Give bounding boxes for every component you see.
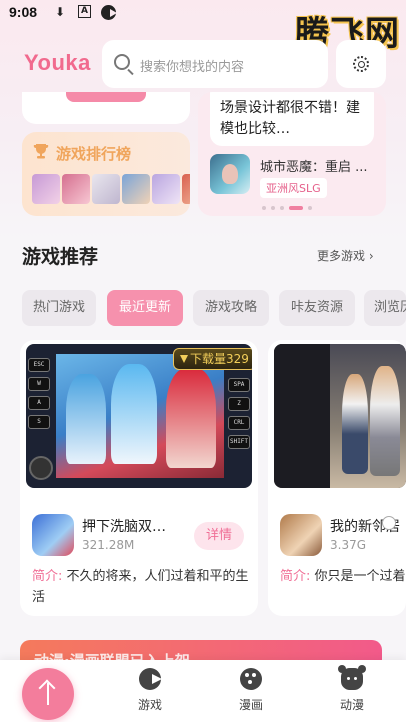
game-icon (280, 514, 322, 556)
game-scene-dark-panel (274, 344, 330, 488)
carousel-dot (271, 206, 275, 210)
key-space: SPA (228, 378, 250, 392)
featured-review-card[interactable]: 场景设计都很不错！建模也比较… 城市恶魔：重启 ... 亚洲风SLG (198, 92, 386, 216)
game-description: 简介: 你只是一个过着 (280, 566, 406, 587)
key-s: S (28, 415, 50, 429)
review-box: 场景设计都很不错！建模也比较… (210, 92, 374, 146)
tab-recent-updates[interactable]: 最近更新 (107, 290, 183, 326)
character-art (66, 374, 106, 464)
nav-label: 动漫 (339, 698, 364, 712)
key-shift: SHIFT (228, 435, 250, 449)
details-button[interactable]: 详情 (194, 522, 244, 550)
game-screenshot: ESC W A S SPA Z CRL SHIFT 下载量329 (26, 344, 252, 488)
download-count-badge: 下载量329 (173, 348, 252, 370)
character-art (166, 368, 216, 468)
pacman-icon (101, 5, 117, 20)
tab-friend-resources[interactable]: 咔友资源 (279, 290, 355, 326)
dpad-icon (29, 456, 53, 480)
description-text: 不久的将来，人们过着和平的生活 (32, 569, 249, 605)
nav-comics[interactable]: 漫画 (221, 668, 281, 718)
ranking-card[interactable]: 游戏排行榜 (22, 132, 190, 216)
game-screenshot (274, 344, 406, 488)
game-name: 押下洗脑双… (82, 519, 166, 535)
rank-avatar[interactable] (32, 174, 60, 204)
search-icon (114, 54, 130, 70)
ranking-avatars (32, 174, 190, 204)
nav-label: 游戏 (137, 698, 162, 712)
key-a: A (28, 396, 50, 410)
nav-label: 漫画 (238, 698, 263, 712)
download-icon: ⬇ (55, 5, 66, 19)
character-art (342, 374, 368, 474)
description-text: 你只是一个过着 (314, 569, 406, 584)
rank-avatar[interactable] (62, 174, 90, 204)
a-box-icon: A (78, 5, 91, 18)
game-icon (32, 514, 74, 556)
rank-avatar[interactable] (92, 174, 120, 204)
key-z: Z (228, 397, 250, 411)
ranking-title: 游戏排行榜 (56, 145, 132, 163)
search-bar[interactable]: 搜索你想找的内容 (102, 40, 328, 88)
download-count: 下载量329 (190, 352, 249, 366)
floating-dot[interactable] (382, 516, 396, 530)
gear-icon (353, 56, 369, 72)
settings-button[interactable] (336, 40, 386, 88)
featured-game-thumbnail (210, 154, 250, 194)
search-input[interactable]: 搜索你想找的内容 (140, 56, 244, 75)
bear-icon (338, 665, 363, 690)
rank-avatar[interactable] (122, 174, 150, 204)
featured-game-name: 城市恶魔：重启 ... (260, 160, 368, 175)
more-games-link[interactable]: 更多游戏 › (317, 247, 374, 264)
game-size: 3.37G (330, 538, 367, 552)
carousel-dot (262, 206, 266, 210)
rank-avatar[interactable] (182, 174, 190, 204)
game-size: 321.28M (82, 538, 135, 552)
key-ctrl: CRL (228, 416, 250, 430)
game-card[interactable]: 我的新邻居 3.37G 简介: 你只是一个过着 (268, 340, 406, 616)
featured-game-tag: 亚洲风SLG (260, 178, 327, 198)
tab-hot-games[interactable]: 热门游戏 (22, 290, 96, 326)
palette-icon (240, 668, 262, 690)
character-art (370, 366, 400, 476)
description-label: 简介: (32, 569, 63, 584)
download-icon (180, 355, 188, 363)
carousel-dot (308, 206, 312, 210)
review-text: 场景设计都很不错！建模也比较… (220, 100, 360, 137)
game-screen-art (56, 354, 224, 478)
banner-card-partial[interactable] (22, 92, 190, 124)
tab-game-guides[interactable]: 游戏攻略 (193, 290, 269, 326)
carousel-dot-active (289, 206, 303, 210)
virtual-keys-left: ESC W A S (28, 358, 50, 429)
section-title: 游戏推荐 (22, 246, 99, 268)
tab-browse-history[interactable]: 浏览历史 (364, 290, 406, 326)
trophy-icon (33, 144, 49, 159)
app-logo: Youka (24, 50, 91, 75)
nav-anime[interactable]: 动漫 (322, 665, 382, 718)
virtual-keys-right: SPA Z CRL SHIFT (228, 378, 250, 449)
card-accent-bar (66, 92, 146, 102)
game-description: 简介: 不久的将来，人们过着和平的生活 (32, 566, 250, 608)
nav-games[interactable]: 游戏 (120, 668, 180, 718)
description-label: 简介: (280, 569, 311, 584)
key-esc: ESC (28, 358, 50, 372)
carousel-dot (280, 206, 284, 210)
rank-avatar[interactable] (152, 174, 180, 204)
game-card[interactable]: ESC W A S SPA Z CRL SHIFT 下载量329 押下洗脑双… … (20, 340, 258, 616)
status-time: 9:08 (9, 4, 38, 20)
scroll-top-button[interactable] (22, 668, 74, 720)
character-art (111, 364, 157, 464)
carousel-indicator (262, 206, 312, 210)
key-w: W (28, 377, 50, 391)
pacman-icon (139, 668, 162, 690)
arrow-up-icon (47, 683, 49, 705)
